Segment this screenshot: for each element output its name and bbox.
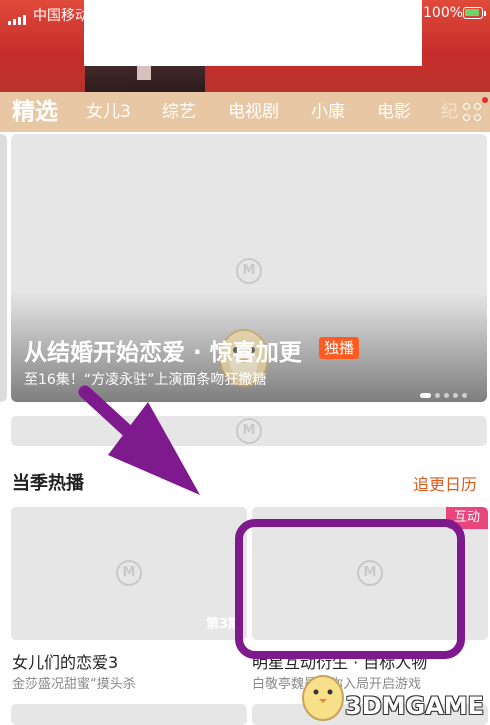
watermark-text: 3DMGAME (345, 692, 485, 720)
annotation-highlight-box (235, 519, 465, 659)
schedule-link[interactable]: 追更日历 (413, 471, 477, 495)
battery-cap (484, 11, 486, 16)
mascot-icon (302, 675, 344, 721)
tab-daughters[interactable]: 女儿3 (86, 92, 131, 132)
battery-icon (463, 7, 483, 19)
placeholder-logo-icon (236, 258, 262, 284)
exclusive-badge: 独播 (319, 337, 360, 359)
carousel-dot[interactable] (444, 393, 449, 398)
carousel-dot[interactable] (435, 393, 440, 398)
show-card-subtitle: 白敬亭魏晨带你入局开启游戏 (252, 673, 488, 692)
carousel-pagination[interactable] (420, 383, 471, 402)
channel-menu-icon[interactable] (460, 100, 486, 126)
notification-dot (482, 97, 488, 103)
tab-movie[interactable]: 电影 (377, 92, 411, 132)
show-card-thumbnail[interactable] (11, 704, 247, 725)
carousel-dot[interactable] (420, 393, 431, 398)
signal-icon (8, 9, 28, 25)
show-card-subtitle: 金莎盛况甜蜜“摸头杀 (12, 677, 136, 692)
carrier-name: 中国移动 (33, 8, 89, 24)
carousel-previous-peek[interactable] (0, 134, 7, 402)
carousel-dot[interactable] (453, 393, 458, 398)
section-title: 当季热播 (12, 473, 84, 494)
tab-variety[interactable]: 综艺 (162, 92, 196, 132)
battery-percent: 100% (423, 5, 464, 21)
carousel-dot[interactable] (462, 393, 467, 398)
tab-xiaokang[interactable]: 小康 (311, 92, 345, 132)
carousel-title: 从结婚开始恋爱 · 惊喜加更 (24, 340, 302, 366)
show-card-thumbnail[interactable]: 第3期 (11, 507, 247, 640)
placeholder-logo-icon (236, 418, 262, 444)
promo-banner-strip[interactable] (11, 416, 487, 446)
tab-tv-series[interactable]: 电视剧 (228, 92, 279, 132)
carousel-subtitle: 至16集！“方凌永驻”上演面条吻狂撒糖 (24, 372, 267, 388)
status-bar: 中国移动 100% (0, 0, 490, 28)
show-card-title[interactable]: 女儿们的恋爱3 (12, 649, 118, 673)
channel-tab-bar: 精选 女儿3 综艺 电视剧 小康 电影 纪 (0, 92, 490, 132)
tab-featured[interactable]: 精选 (12, 92, 58, 132)
placeholder-logo-icon (116, 560, 142, 586)
